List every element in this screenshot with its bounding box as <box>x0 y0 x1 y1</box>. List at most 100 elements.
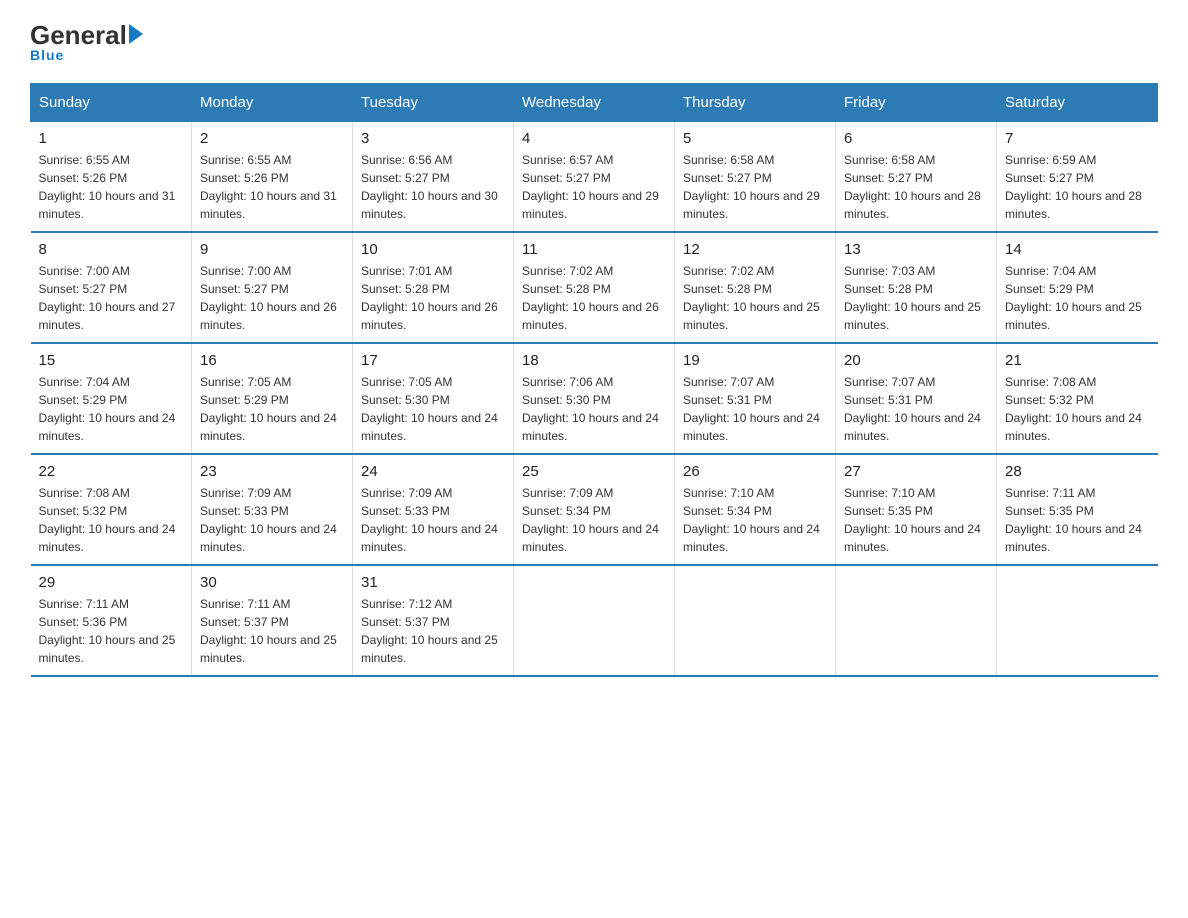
calendar-cell: 4 Sunrise: 6:57 AM Sunset: 5:27 PM Dayli… <box>514 122 675 233</box>
day-number: 8 <box>39 241 184 258</box>
logo-triangle-icon <box>129 24 143 44</box>
header-wednesday: Wednesday <box>514 84 675 122</box>
day-number: 19 <box>683 352 827 369</box>
day-info: Sunrise: 7:00 AM Sunset: 5:27 PM Dayligh… <box>200 262 344 334</box>
calendar-cell: 26 Sunrise: 7:10 AM Sunset: 5:34 PM Dayl… <box>675 454 836 565</box>
calendar-week-3: 15 Sunrise: 7:04 AM Sunset: 5:29 PM Dayl… <box>31 343 1158 454</box>
calendar-cell: 2 Sunrise: 6:55 AM Sunset: 5:26 PM Dayli… <box>192 122 353 233</box>
day-info: Sunrise: 7:10 AM Sunset: 5:35 PM Dayligh… <box>844 484 988 556</box>
calendar-cell <box>675 565 836 676</box>
day-number: 29 <box>39 574 184 591</box>
day-info: Sunrise: 7:02 AM Sunset: 5:28 PM Dayligh… <box>683 262 827 334</box>
day-number: 10 <box>361 241 505 258</box>
calendar-cell <box>836 565 997 676</box>
calendar-cell: 24 Sunrise: 7:09 AM Sunset: 5:33 PM Dayl… <box>353 454 514 565</box>
header-tuesday: Tuesday <box>353 84 514 122</box>
calendar-week-4: 22 Sunrise: 7:08 AM Sunset: 5:32 PM Dayl… <box>31 454 1158 565</box>
calendar-cell: 6 Sunrise: 6:58 AM Sunset: 5:27 PM Dayli… <box>836 122 997 233</box>
day-number: 17 <box>361 352 505 369</box>
day-number: 16 <box>200 352 344 369</box>
day-info: Sunrise: 6:59 AM Sunset: 5:27 PM Dayligh… <box>1005 151 1150 223</box>
day-info: Sunrise: 6:57 AM Sunset: 5:27 PM Dayligh… <box>522 151 666 223</box>
header-saturday: Saturday <box>997 84 1158 122</box>
calendar-cell: 5 Sunrise: 6:58 AM Sunset: 5:27 PM Dayli… <box>675 122 836 233</box>
calendar-cell: 27 Sunrise: 7:10 AM Sunset: 5:35 PM Dayl… <box>836 454 997 565</box>
calendar-cell: 1 Sunrise: 6:55 AM Sunset: 5:26 PM Dayli… <box>31 122 192 233</box>
day-info: Sunrise: 7:11 AM Sunset: 5:35 PM Dayligh… <box>1005 484 1150 556</box>
day-info: Sunrise: 7:06 AM Sunset: 5:30 PM Dayligh… <box>522 373 666 445</box>
day-number: 24 <box>361 463 505 480</box>
day-number: 12 <box>683 241 827 258</box>
day-number: 18 <box>522 352 666 369</box>
calendar-cell <box>997 565 1158 676</box>
logo: General Blue <box>30 20 143 63</box>
day-info: Sunrise: 7:08 AM Sunset: 5:32 PM Dayligh… <box>1005 373 1150 445</box>
calendar-table: SundayMondayTuesdayWednesdayThursdayFrid… <box>30 83 1158 677</box>
day-number: 20 <box>844 352 988 369</box>
calendar-cell: 23 Sunrise: 7:09 AM Sunset: 5:33 PM Dayl… <box>192 454 353 565</box>
day-number: 22 <box>39 463 184 480</box>
day-number: 15 <box>39 352 184 369</box>
header-monday: Monday <box>192 84 353 122</box>
day-number: 2 <box>200 130 344 147</box>
calendar-cell: 17 Sunrise: 7:05 AM Sunset: 5:30 PM Dayl… <box>353 343 514 454</box>
calendar-cell: 15 Sunrise: 7:04 AM Sunset: 5:29 PM Dayl… <box>31 343 192 454</box>
calendar-cell: 21 Sunrise: 7:08 AM Sunset: 5:32 PM Dayl… <box>997 343 1158 454</box>
day-number: 6 <box>844 130 988 147</box>
logo-blue-text: Blue <box>30 47 64 63</box>
day-info: Sunrise: 6:56 AM Sunset: 5:27 PM Dayligh… <box>361 151 505 223</box>
day-info: Sunrise: 7:03 AM Sunset: 5:28 PM Dayligh… <box>844 262 988 334</box>
calendar-cell: 7 Sunrise: 6:59 AM Sunset: 5:27 PM Dayli… <box>997 122 1158 233</box>
calendar-cell: 14 Sunrise: 7:04 AM Sunset: 5:29 PM Dayl… <box>997 232 1158 343</box>
calendar-header: SundayMondayTuesdayWednesdayThursdayFrid… <box>31 84 1158 122</box>
day-info: Sunrise: 7:12 AM Sunset: 5:37 PM Dayligh… <box>361 595 505 667</box>
day-number: 14 <box>1005 241 1150 258</box>
calendar-cell: 10 Sunrise: 7:01 AM Sunset: 5:28 PM Dayl… <box>353 232 514 343</box>
calendar-week-5: 29 Sunrise: 7:11 AM Sunset: 5:36 PM Dayl… <box>31 565 1158 676</box>
header-sunday: Sunday <box>31 84 192 122</box>
calendar-cell: 18 Sunrise: 7:06 AM Sunset: 5:30 PM Dayl… <box>514 343 675 454</box>
day-number: 30 <box>200 574 344 591</box>
day-info: Sunrise: 7:04 AM Sunset: 5:29 PM Dayligh… <box>1005 262 1150 334</box>
day-number: 5 <box>683 130 827 147</box>
day-number: 13 <box>844 241 988 258</box>
calendar-cell: 13 Sunrise: 7:03 AM Sunset: 5:28 PM Dayl… <box>836 232 997 343</box>
day-number: 4 <box>522 130 666 147</box>
day-info: Sunrise: 7:00 AM Sunset: 5:27 PM Dayligh… <box>39 262 184 334</box>
day-number: 27 <box>844 463 988 480</box>
day-info: Sunrise: 7:09 AM Sunset: 5:33 PM Dayligh… <box>200 484 344 556</box>
day-number: 3 <box>361 130 505 147</box>
day-number: 1 <box>39 130 184 147</box>
day-number: 9 <box>200 241 344 258</box>
calendar-cell: 29 Sunrise: 7:11 AM Sunset: 5:36 PM Dayl… <box>31 565 192 676</box>
day-info: Sunrise: 6:58 AM Sunset: 5:27 PM Dayligh… <box>844 151 988 223</box>
day-info: Sunrise: 7:05 AM Sunset: 5:29 PM Dayligh… <box>200 373 344 445</box>
day-info: Sunrise: 6:58 AM Sunset: 5:27 PM Dayligh… <box>683 151 827 223</box>
day-number: 23 <box>200 463 344 480</box>
day-info: Sunrise: 7:11 AM Sunset: 5:37 PM Dayligh… <box>200 595 344 667</box>
calendar-cell: 8 Sunrise: 7:00 AM Sunset: 5:27 PM Dayli… <box>31 232 192 343</box>
day-info: Sunrise: 7:10 AM Sunset: 5:34 PM Dayligh… <box>683 484 827 556</box>
day-number: 7 <box>1005 130 1150 147</box>
calendar-cell: 22 Sunrise: 7:08 AM Sunset: 5:32 PM Dayl… <box>31 454 192 565</box>
calendar-cell <box>514 565 675 676</box>
calendar-cell: 12 Sunrise: 7:02 AM Sunset: 5:28 PM Dayl… <box>675 232 836 343</box>
day-info: Sunrise: 6:55 AM Sunset: 5:26 PM Dayligh… <box>39 151 184 223</box>
day-info: Sunrise: 7:07 AM Sunset: 5:31 PM Dayligh… <box>844 373 988 445</box>
calendar-cell: 11 Sunrise: 7:02 AM Sunset: 5:28 PM Dayl… <box>514 232 675 343</box>
calendar-cell: 19 Sunrise: 7:07 AM Sunset: 5:31 PM Dayl… <box>675 343 836 454</box>
header-thursday: Thursday <box>675 84 836 122</box>
calendar-week-1: 1 Sunrise: 6:55 AM Sunset: 5:26 PM Dayli… <box>31 122 1158 233</box>
calendar-cell: 31 Sunrise: 7:12 AM Sunset: 5:37 PM Dayl… <box>353 565 514 676</box>
day-number: 28 <box>1005 463 1150 480</box>
day-info: Sunrise: 7:07 AM Sunset: 5:31 PM Dayligh… <box>683 373 827 445</box>
day-number: 26 <box>683 463 827 480</box>
day-info: Sunrise: 7:05 AM Sunset: 5:30 PM Dayligh… <box>361 373 505 445</box>
calendar-cell: 20 Sunrise: 7:07 AM Sunset: 5:31 PM Dayl… <box>836 343 997 454</box>
day-info: Sunrise: 7:11 AM Sunset: 5:36 PM Dayligh… <box>39 595 184 667</box>
day-number: 31 <box>361 574 505 591</box>
calendar-cell: 16 Sunrise: 7:05 AM Sunset: 5:29 PM Dayl… <box>192 343 353 454</box>
calendar-cell: 3 Sunrise: 6:56 AM Sunset: 5:27 PM Dayli… <box>353 122 514 233</box>
calendar-cell: 28 Sunrise: 7:11 AM Sunset: 5:35 PM Dayl… <box>997 454 1158 565</box>
day-number: 21 <box>1005 352 1150 369</box>
